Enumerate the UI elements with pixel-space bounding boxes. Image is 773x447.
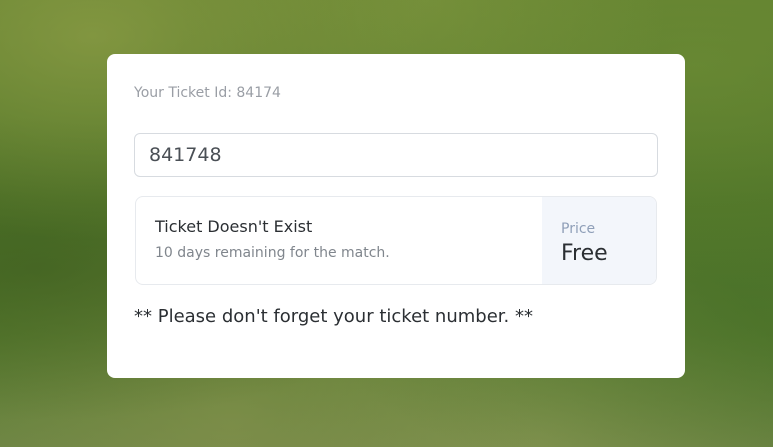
- ticket-number-input[interactable]: [134, 133, 658, 177]
- price-panel: Price Free: [542, 197, 656, 284]
- status-title: Ticket Doesn't Exist: [155, 217, 313, 236]
- status-info: Ticket Doesn't Exist 10 days remaining f…: [136, 197, 542, 284]
- ticket-id-label: Your Ticket Id: 84174: [134, 85, 281, 101]
- reminder-text: ** Please don't forget your ticket numbe…: [134, 306, 533, 327]
- status-subtitle: 10 days remaining for the match.: [155, 245, 390, 261]
- price-label: Price: [561, 221, 596, 237]
- ticket-card: Your Ticket Id: 84174 Ticket Doesn't Exi…: [107, 54, 685, 378]
- ticket-status-panel: Ticket Doesn't Exist 10 days remaining f…: [135, 196, 657, 285]
- price-value: Free: [561, 241, 608, 266]
